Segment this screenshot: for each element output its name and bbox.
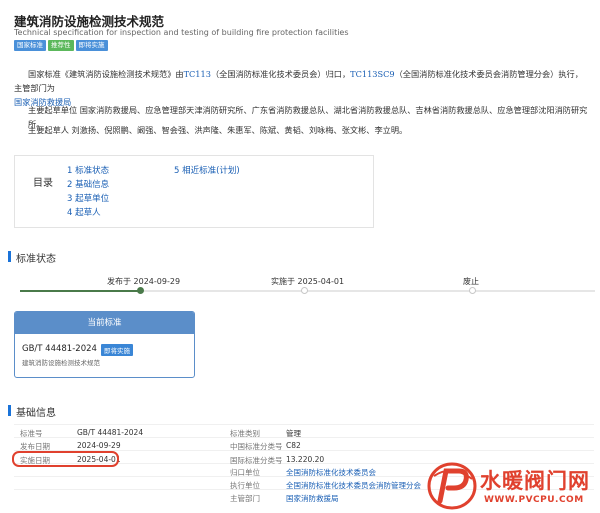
- divider: [14, 424, 594, 425]
- timeline-dot-published: [137, 287, 144, 294]
- timeline-label-effective: 实施于 2025-04-01: [271, 277, 345, 286]
- info-label-standard-no: 标准号: [20, 429, 43, 438]
- badge-group: 国家标准 推荐性 即将实施: [14, 40, 108, 51]
- info-label-executing-unit: 执行单位: [230, 481, 260, 490]
- info-label-responsible-unit: 归口单位: [230, 468, 260, 477]
- watermark-logo-icon: [427, 462, 477, 510]
- info-label-ccs: 中国标准分类号: [230, 442, 283, 451]
- watermark-url: WWW.PVCPU.COM: [484, 495, 584, 505]
- drafters-paragraph: 主要起草人 刘激扬、倪照鹏、阚强、智会强、洪声隆、朱惠军、陈斌、黄韬、刘咏梅、张…: [28, 125, 408, 135]
- toc-title: 目录: [33, 178, 53, 189]
- intro-prefix: 国家标准《建筑消防设施检测技术规范》由: [28, 69, 184, 79]
- table-of-contents: 目录 1 标准状态 2 基础信息 3 起草单位 4 起草人 5 相近标准(计划): [14, 155, 374, 228]
- page-subtitle: Technical specification for inspection a…: [14, 28, 349, 37]
- info-value-authority[interactable]: 国家消防救援局: [286, 493, 339, 504]
- section-marker: [8, 405, 11, 416]
- badge-upcoming[interactable]: 即将实施: [75, 40, 108, 51]
- committee-link[interactable]: TC113: [184, 69, 211, 79]
- divider: [14, 437, 594, 438]
- section-marker: [8, 251, 11, 262]
- info-value-responsible-unit[interactable]: 全国消防标准化技术委员会: [286, 467, 376, 478]
- timeline-label-published: 发布于 2024-09-29: [107, 277, 181, 286]
- info-label-ics: 国际标准分类号: [230, 456, 283, 465]
- toc-item-basic-info[interactable]: 2 基础信息: [67, 178, 109, 190]
- section-title-basic: 基础信息: [16, 408, 56, 419]
- info-value-executing-unit[interactable]: 全国消防标准化技术委员会消防管理分会: [286, 480, 421, 491]
- timeline-dot-abolished: [469, 287, 476, 294]
- current-standard-card[interactable]: 当前标准 GB/T 44481-2024 即将实施 建筑消防设施检测技术规范: [14, 311, 195, 378]
- card-description: 建筑消防设施检测技术规范: [22, 359, 100, 367]
- toc-item-status[interactable]: 1 标准状态: [67, 164, 109, 176]
- info-value-standard-no: GB/T 44481-2024: [77, 428, 144, 437]
- info-value-ccs: C82: [286, 441, 301, 450]
- timeline-dot-effective: [301, 287, 308, 294]
- toc-item-drafting-units[interactable]: 3 起草单位: [67, 192, 109, 204]
- badge-recommended[interactable]: 推荐性: [48, 40, 74, 51]
- card-header: 当前标准: [15, 312, 194, 334]
- effective-date-highlight: [12, 451, 119, 467]
- subcommittee-link[interactable]: TC113SC9: [350, 69, 394, 79]
- site-watermark: 水暖阀门网 WWW.PVCPU.COM: [424, 459, 600, 513]
- watermark-text: 水暖阀门网: [480, 469, 590, 493]
- toc-item-similar-standards[interactable]: 5 相近标准(计划): [174, 164, 240, 176]
- card-standard-code: GB/T 44481-2024: [22, 344, 97, 354]
- section-title-status: 标准状态: [16, 254, 56, 265]
- intro-mid: （全国消防标准化技术委员会）归口，: [210, 69, 351, 79]
- toc-item-drafters[interactable]: 4 起草人: [67, 206, 101, 218]
- timeline-progress: [20, 290, 140, 292]
- timeline-label-abolished: 废止: [463, 277, 479, 286]
- info-value-publish-date: 2024-09-29: [77, 441, 121, 450]
- card-status-badge: 即将实施: [101, 344, 133, 356]
- info-value-category: 管理: [286, 429, 301, 438]
- info-label-authority: 主管部门: [230, 494, 260, 503]
- info-label-category: 标准类别: [230, 429, 260, 438]
- badge-national-standard[interactable]: 国家标准: [14, 40, 46, 51]
- info-value-ics: 13.220.20: [286, 455, 325, 464]
